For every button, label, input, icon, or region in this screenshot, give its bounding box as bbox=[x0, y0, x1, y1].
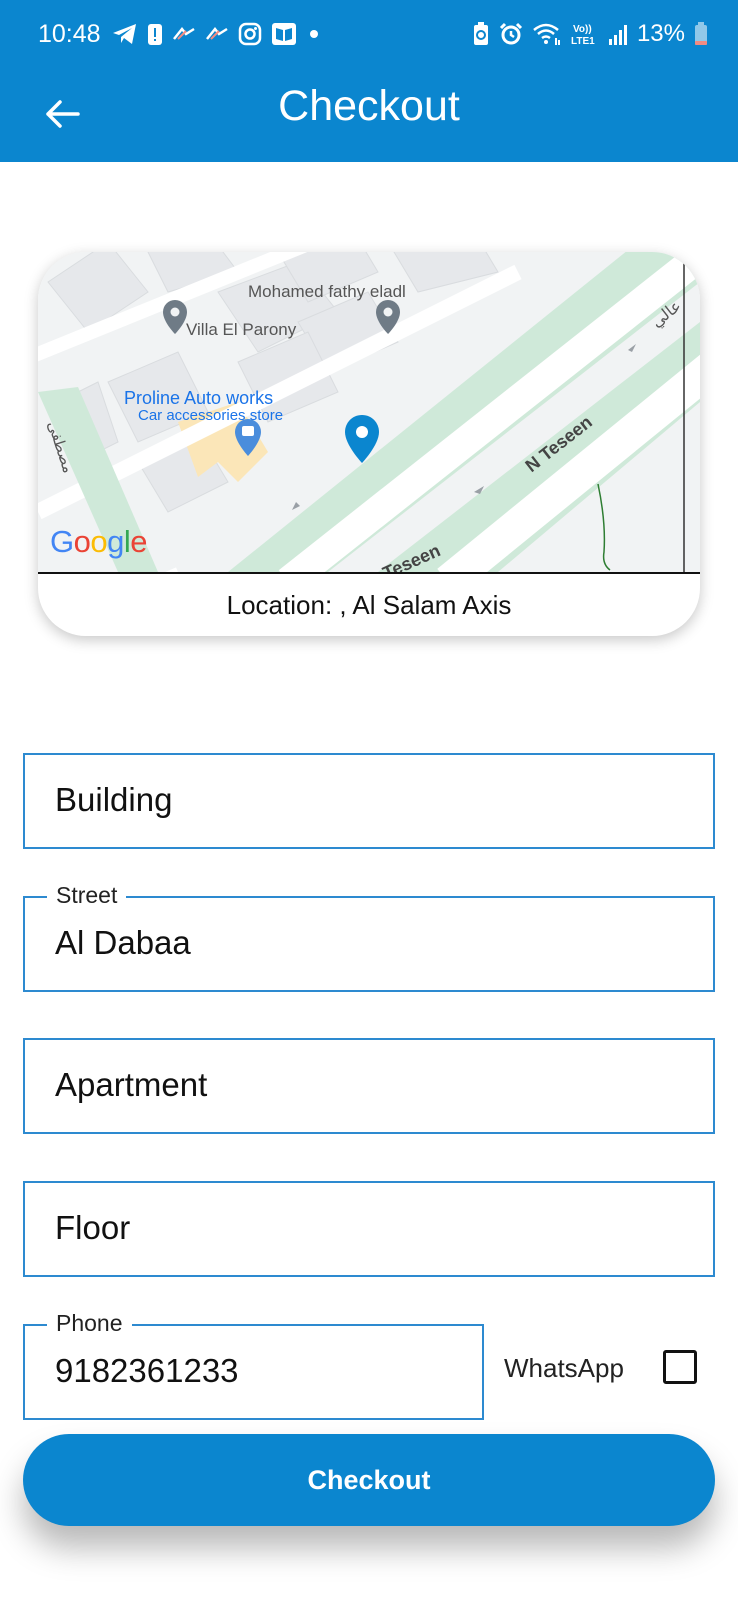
apartment-field[interactable]: Apartment bbox=[23, 1038, 715, 1134]
street-value: Al Dabaa bbox=[55, 924, 191, 961]
building-placeholder: Building bbox=[55, 781, 173, 818]
street-field[interactable]: Street Al Dabaa bbox=[23, 882, 715, 992]
map-view[interactable]: Mohamed fathy eladl Villa El Parony Prol… bbox=[38, 252, 700, 572]
app-icon bbox=[206, 27, 228, 40]
alarm-icon bbox=[499, 22, 523, 45]
status-time: 10:48 bbox=[38, 20, 101, 48]
phone-label: Phone bbox=[47, 1310, 132, 1337]
svg-text:Vo)): Vo)) bbox=[573, 24, 592, 35]
checkout-button[interactable]: Checkout bbox=[23, 1434, 715, 1526]
book-icon bbox=[272, 23, 296, 45]
battery-percent: 13% bbox=[636, 20, 685, 47]
floor-field[interactable]: Floor bbox=[23, 1181, 715, 1277]
whatsapp-checkbox[interactable] bbox=[663, 1350, 697, 1384]
phone-value: 9182361233 bbox=[55, 1352, 239, 1389]
battery-saver-icon bbox=[473, 22, 488, 45]
map-divider bbox=[38, 572, 700, 574]
checkout-button-label: Checkout bbox=[307, 1464, 431, 1495]
location-pin-icon bbox=[345, 415, 379, 463]
status-left-icons bbox=[112, 22, 322, 46]
alert-icon bbox=[148, 24, 162, 45]
whatsapp-label: WhatsApp bbox=[504, 1353, 624, 1383]
instagram-icon bbox=[238, 22, 262, 46]
app-icon bbox=[173, 27, 195, 40]
street-label: Street bbox=[47, 882, 127, 909]
location-card: Mohamed fathy eladl Villa El Parony Prol… bbox=[38, 252, 700, 636]
floor-placeholder: Floor bbox=[55, 1209, 131, 1246]
map-label-proline: Proline Auto works bbox=[124, 388, 274, 408]
status-right-icons: Vo)) LTE1 13% bbox=[472, 20, 708, 48]
location-text: Location: , Al Salam Axis bbox=[226, 590, 512, 620]
telegram-icon bbox=[113, 24, 136, 44]
map-label-proline-sub: Car accessories store bbox=[138, 407, 284, 424]
signal-icon bbox=[608, 25, 627, 45]
dot-icon bbox=[310, 30, 318, 38]
app-bar: Checkout bbox=[0, 68, 738, 162]
page-title: Checkout bbox=[278, 82, 460, 130]
map-label-mohamed: Mohamed fathy eladl bbox=[248, 282, 406, 301]
apartment-placeholder: Apartment bbox=[55, 1066, 208, 1103]
building-field[interactable]: Building bbox=[23, 753, 715, 849]
volte-icon: Vo))LTE1 bbox=[571, 24, 595, 46]
wifi-icon bbox=[533, 23, 560, 45]
map-label-villa: Villa El Parony bbox=[186, 320, 297, 339]
phone-field[interactable]: Phone 9182361233 bbox=[23, 1310, 484, 1420]
battery-icon bbox=[695, 22, 707, 45]
google-logo: Google bbox=[50, 524, 148, 559]
status-bar: 10:48 Vo)) LTE1 13% bbox=[0, 0, 738, 68]
svg-text:LTE1: LTE1 bbox=[571, 36, 595, 46]
